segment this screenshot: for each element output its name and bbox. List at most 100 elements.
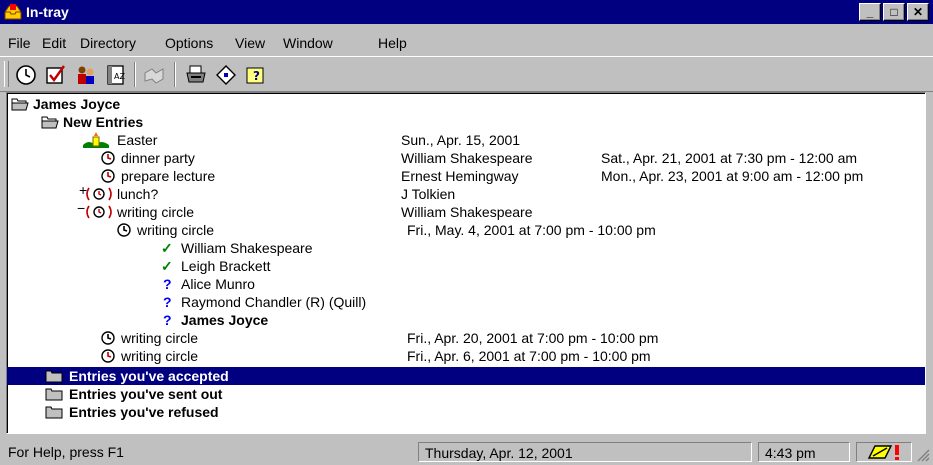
entry-col2: J Tolkien xyxy=(401,186,456,202)
accepted-check-icon: ✓ xyxy=(161,240,173,256)
attendee-row[interactable]: ? James Joyce xyxy=(7,311,925,329)
attendee-name: Raymond Chandler (R) (Quill) xyxy=(181,294,367,310)
entry-name: writing circle xyxy=(121,330,199,346)
menu-directory[interactable]: Directory xyxy=(80,35,136,51)
occurrence-row[interactable]: writing circle Fri., May. 4, 2001 at 7:0… xyxy=(7,221,925,239)
attendee-row[interactable]: ✓ William Shakespeare xyxy=(7,239,925,257)
entry-name: writing circle xyxy=(137,222,215,238)
accepted-check-icon: ✓ xyxy=(161,258,173,274)
tag-icon[interactable] xyxy=(214,63,238,87)
attendee-row[interactable]: ✓ Leigh Brackett xyxy=(7,257,925,275)
collapse-minus-icon[interactable]: − xyxy=(77,199,85,217)
entry-name: Easter xyxy=(117,132,158,148)
pending-question-icon: ? xyxy=(163,294,172,310)
menu-bar: File Edit Directory Options View Window … xyxy=(0,32,933,54)
menu-file[interactable]: File xyxy=(8,35,31,51)
menu-view[interactable]: View xyxy=(235,35,265,51)
entry-name: prepare lecture xyxy=(121,168,216,184)
entry-row-expandable[interactable]: + lunch? J Tolkien xyxy=(7,182,925,203)
folder-sent-out[interactable]: Entries you've sent out xyxy=(7,385,925,403)
window-title: In-tray xyxy=(26,4,69,20)
folder-label: Entries you've refused xyxy=(69,404,219,420)
help-icon[interactable]: ? xyxy=(244,63,268,87)
folder-accepted[interactable]: Entries you've accepted xyxy=(7,367,925,385)
folder-label: New Entries xyxy=(63,114,144,130)
intray-app-icon xyxy=(4,4,22,20)
status-help-text: For Help, press F1 xyxy=(8,444,124,460)
address-book-icon[interactable]: AZ xyxy=(104,63,128,87)
svg-text:AZ: AZ xyxy=(114,72,125,81)
window-controls: _ □ ✕ xyxy=(859,3,929,21)
toolbar-grip[interactable] xyxy=(4,61,9,87)
clock-icon xyxy=(101,331,115,345)
entry-col3: Sat., Apr. 21, 2001 at 7:30 pm - 12:00 a… xyxy=(601,150,858,166)
entry-row[interactable]: dinner party William Shakespeare Sat., A… xyxy=(7,149,925,167)
easter-holiday-icon xyxy=(83,132,109,148)
menu-edit[interactable]: Edit xyxy=(42,35,66,51)
attendee-name: Leigh Brackett xyxy=(181,258,271,274)
open-folder-icon xyxy=(11,98,29,111)
status-time: 4:43 pm xyxy=(758,442,850,462)
status-bar: For Help, press F1 Thursday, Apr. 12, 20… xyxy=(0,440,933,465)
clock-icon xyxy=(101,349,115,363)
tree-root-james-joyce[interactable]: James Joyce xyxy=(7,95,925,113)
entry-name: writing circle xyxy=(121,348,199,364)
close-button[interactable]: ✕ xyxy=(907,3,929,21)
pencil-alert-icon xyxy=(867,445,899,460)
folder-new-entries[interactable]: New Entries xyxy=(7,113,925,131)
tree-root-label: James Joyce xyxy=(33,96,121,112)
checkbox-icon[interactable] xyxy=(44,63,68,87)
people-icon[interactable] xyxy=(74,63,98,87)
toolbar-separator xyxy=(174,62,176,87)
folder-icon xyxy=(45,370,63,383)
menu-options[interactable]: Options xyxy=(165,35,213,51)
clock-icon xyxy=(101,151,115,165)
entry-row[interactable]: Easter Sun., Apr. 15, 2001 xyxy=(7,131,925,149)
entry-row[interactable]: prepare lecture Ernest Hemingway Mon., A… xyxy=(7,167,925,185)
entry-col2: William Shakespeare xyxy=(401,150,533,166)
recurring-clock-icon xyxy=(86,187,112,201)
clock-icon xyxy=(101,169,115,183)
pending-question-icon: ? xyxy=(163,312,172,328)
entry-name: lunch? xyxy=(117,186,159,202)
attendee-name: James Joyce xyxy=(181,312,269,328)
status-date: Thursday, Apr. 12, 2001 xyxy=(418,442,752,462)
entry-col3: Mon., Apr. 23, 2001 at 9:00 am - 12:00 p… xyxy=(601,168,864,184)
attendee-name: Alice Munro xyxy=(181,276,255,292)
title-bar[interactable]: In-tray _ □ ✕ xyxy=(0,0,933,24)
handshake-icon[interactable] xyxy=(142,63,166,87)
entry-name: writing circle xyxy=(117,204,195,220)
toolbar: AZ ? xyxy=(0,56,933,92)
pending-question-icon: ? xyxy=(163,276,172,292)
entry-col2: Fri., Apr. 6, 2001 at 7:00 pm - 10:00 pm xyxy=(407,348,651,364)
printer-icon[interactable] xyxy=(184,63,208,87)
entry-row[interactable]: writing circle Fri., Apr. 20, 2001 at 7:… xyxy=(7,329,925,347)
folder-icon xyxy=(45,406,63,419)
folder-refused[interactable]: Entries you've refused xyxy=(7,403,925,421)
maximize-button[interactable]: □ xyxy=(883,3,905,21)
entry-col2: Fri., Apr. 20, 2001 at 7:00 pm - 10:00 p… xyxy=(407,330,659,346)
resize-grip[interactable] xyxy=(916,448,930,462)
entry-row-expanded[interactable]: − writing circle William Shakespeare xyxy=(7,200,925,221)
toolbar-separator xyxy=(134,62,136,87)
entry-col2: Ernest Hemingway xyxy=(401,168,519,184)
folder-label: Entries you've sent out xyxy=(69,386,223,402)
recurring-clock-icon xyxy=(86,205,112,219)
status-indicator[interactable] xyxy=(856,442,912,462)
entry-row[interactable]: writing circle Fri., Apr. 6, 2001 at 7:0… xyxy=(7,347,925,365)
attendee-row[interactable]: ? Raymond Chandler (R) (Quill) xyxy=(7,293,925,311)
menu-help[interactable]: Help xyxy=(378,35,407,51)
folder-icon xyxy=(45,388,63,401)
attendee-name: William Shakespeare xyxy=(181,240,313,256)
svg-text:?: ? xyxy=(253,69,260,83)
clock-icon[interactable] xyxy=(14,63,38,87)
intray-tree[interactable]: James Joyce New Entries Easter Sun., Apr… xyxy=(6,92,926,434)
entry-col2: William Shakespeare xyxy=(401,204,533,220)
open-folder-icon xyxy=(41,116,59,129)
entry-col2: Fri., May. 4, 2001 at 7:00 pm - 10:00 pm xyxy=(407,222,656,238)
entry-col2: Sun., Apr. 15, 2001 xyxy=(401,132,521,148)
minimize-button[interactable]: _ xyxy=(859,3,881,21)
menu-window[interactable]: Window xyxy=(283,35,333,51)
entry-name: dinner party xyxy=(121,150,195,166)
attendee-row[interactable]: ? Alice Munro xyxy=(7,275,925,293)
